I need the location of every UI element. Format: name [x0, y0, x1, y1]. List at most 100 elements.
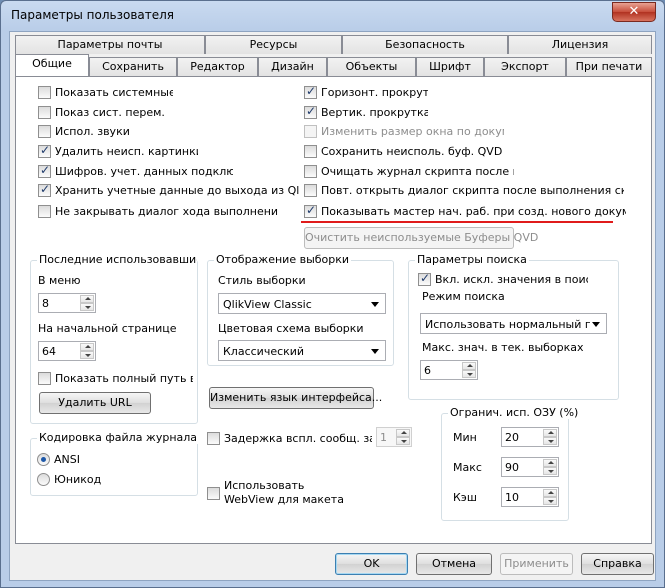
- ram-cache-spinner[interactable]: 10: [501, 487, 559, 507]
- max-values-label: Макс. знач. в тек. выборках: [422, 341, 584, 354]
- tab-design[interactable]: Дизайн: [258, 57, 327, 76]
- spinner-value[interactable]: 8: [42, 297, 49, 310]
- encoding-ansi-radio[interactable]: ANSI: [37, 452, 117, 468]
- spin-up-icon[interactable]: [80, 295, 94, 303]
- store-credentials-checkbox[interactable]: Хранить учетные данные до выхода из Qlik…: [38, 182, 300, 199]
- spinner-arrows[interactable]: [462, 362, 476, 378]
- chevron-down-icon[interactable]: [592, 322, 600, 327]
- radio-button[interactable]: [37, 473, 50, 486]
- keep-progress-open-checkbox[interactable]: Не закрывать диалог хода выполнения по: [38, 204, 278, 220]
- checkbox-box[interactable]: [38, 163, 51, 178]
- checkbox-box[interactable]: [38, 182, 51, 197]
- checkbox-box[interactable]: [38, 205, 51, 218]
- cancel-button[interactable]: Отмена: [416, 553, 492, 575]
- change-language-button[interactable]: Изменить язык интерфейса...: [209, 387, 382, 409]
- spin-down-icon[interactable]: [543, 437, 557, 445]
- checkbox-box[interactable]: [38, 143, 51, 158]
- checkbox-box[interactable]: [304, 145, 317, 158]
- encoding-unicode-radio[interactable]: Юникод: [37, 472, 117, 488]
- spinner-value[interactable]: 20: [505, 431, 519, 444]
- start-page-spinner[interactable]: 64: [38, 341, 96, 361]
- ok-button[interactable]: OK: [335, 553, 408, 575]
- selection-style-dropdown[interactable]: QlikView Classic: [218, 293, 386, 314]
- checkbox-label: Показать полный путь в: [55, 372, 193, 385]
- spin-down-icon[interactable]: [543, 467, 557, 475]
- checkbox-box[interactable]: [304, 104, 317, 119]
- spinner-value[interactable]: 6: [424, 364, 431, 377]
- tooltip-delay-checkbox[interactable]: Задержка вспл. сообщ. закл: [207, 431, 372, 447]
- tab-general[interactable]: Общие: [15, 54, 89, 76]
- show-system-vars-checkbox[interactable]: Показ сист. перем.: [38, 105, 173, 121]
- tab-export[interactable]: Экспорт: [484, 57, 566, 76]
- checkbox-label: Задержка вспл. сообщ. закл: [224, 432, 372, 445]
- delete-url-button[interactable]: Удалить URL: [39, 392, 151, 414]
- title-bar[interactable]: Параметры пользователя ✕: [1, 1, 664, 31]
- checkbox-box[interactable]: [38, 125, 51, 138]
- keep-unused-qvd-checkbox[interactable]: Сохранить неисполь. буф. QVD: [304, 144, 504, 160]
- max-values-spinner[interactable]: 6: [420, 360, 478, 380]
- reopen-script-dialog-checkbox[interactable]: Повт. открыть диалог скрипта после выпол…: [304, 183, 624, 199]
- checkbox-box[interactable]: [207, 432, 220, 445]
- spin-up-icon[interactable]: [462, 362, 476, 370]
- tab-license[interactable]: Лицензия: [508, 35, 652, 54]
- tab-save[interactable]: Сохранить: [89, 57, 177, 76]
- checkbox-box[interactable]: [38, 106, 51, 119]
- show-getting-started-wizard-checkbox[interactable]: Показывать мастер нач. раб. при созд. но…: [304, 203, 626, 220]
- spinner-arrows[interactable]: [80, 295, 94, 311]
- encrypt-credentials-checkbox[interactable]: Шифров. учет. данных подключ. по: [38, 163, 233, 180]
- ram-max-spinner[interactable]: 90: [501, 457, 559, 477]
- spin-up-icon[interactable]: [80, 343, 94, 351]
- tab-objects[interactable]: Объекты: [327, 57, 416, 76]
- clear-script-log-checkbox[interactable]: Очищать журнал скрипта после кажд: [304, 164, 514, 180]
- tab-printing[interactable]: При печати: [566, 57, 652, 76]
- spin-down-icon[interactable]: [80, 303, 94, 311]
- show-system-checkbox[interactable]: Показать системные: [38, 85, 173, 101]
- spin-up-icon[interactable]: [543, 489, 557, 497]
- checkbox-box[interactable]: [304, 203, 317, 218]
- use-webview-checkbox[interactable]: Использовать WebView для макета: [207, 479, 347, 517]
- tab-security[interactable]: Безопасность: [342, 35, 508, 54]
- delete-unused-images-checkbox[interactable]: Удалить неисп. картинки: [38, 143, 198, 160]
- spin-down-icon[interactable]: [462, 370, 476, 378]
- spinner-value[interactable]: 10: [505, 491, 519, 504]
- in-menu-spinner[interactable]: 8: [38, 293, 96, 313]
- vertical-scroll-checkbox[interactable]: Вертик. прокрутка: [304, 104, 428, 121]
- include-excluded-checkbox[interactable]: Вкл. искл. значения в поиск: [418, 271, 588, 288]
- checkbox-box[interactable]: [207, 487, 220, 500]
- checkbox-box[interactable]: [304, 184, 317, 197]
- checkbox-box[interactable]: [38, 86, 51, 99]
- color-scheme-dropdown[interactable]: Классический: [218, 340, 386, 361]
- chevron-down-icon[interactable]: [371, 349, 379, 354]
- spinner-arrows[interactable]: [80, 343, 94, 359]
- ram-min-spinner[interactable]: 20: [501, 427, 559, 447]
- spin-down-icon[interactable]: [80, 351, 94, 359]
- log-encoding-group: Кодировка файла журнала ANSI Юникод: [30, 431, 200, 496]
- spin-down-icon[interactable]: [543, 497, 557, 505]
- checkbox-label: Сохранить неисполь. буф. QVD: [321, 145, 503, 158]
- spin-up-icon[interactable]: [543, 459, 557, 467]
- search-mode-dropdown[interactable]: Использовать нормальный пои: [420, 313, 607, 334]
- help-button[interactable]: Справка: [581, 553, 654, 575]
- checkbox-box[interactable]: [304, 165, 317, 178]
- checkbox-box[interactable]: [304, 84, 317, 99]
- tab-mail-settings[interactable]: Параметры почты: [15, 35, 205, 54]
- spinner-arrows[interactable]: [543, 459, 557, 475]
- spinner-value[interactable]: 64: [42, 345, 56, 358]
- checkbox-box[interactable]: [38, 372, 51, 385]
- close-button[interactable]: ✕: [612, 2, 656, 22]
- spinner-arrows[interactable]: [543, 429, 557, 445]
- radio-button[interactable]: [37, 453, 50, 466]
- tab-font[interactable]: Шрифт: [416, 57, 484, 76]
- checkbox-label: Использовать: [224, 479, 305, 492]
- tab-resources[interactable]: Ресурсы: [205, 35, 342, 54]
- spin-up-icon[interactable]: [543, 429, 557, 437]
- show-full-path-checkbox[interactable]: Показать полный путь в: [38, 371, 193, 387]
- horizontal-scroll-checkbox[interactable]: Горизонт. прокрутка: [304, 84, 428, 101]
- checkbox-box[interactable]: [418, 271, 431, 286]
- chevron-down-icon[interactable]: [371, 302, 379, 307]
- use-sounds-checkbox[interactable]: Испол. звуки: [38, 124, 173, 140]
- spinner-value[interactable]: 90: [505, 461, 519, 474]
- spinner-arrows[interactable]: [543, 489, 557, 505]
- dropdown-value: Использовать нормальный пои: [425, 318, 590, 331]
- tab-editor[interactable]: Редактор: [177, 57, 258, 76]
